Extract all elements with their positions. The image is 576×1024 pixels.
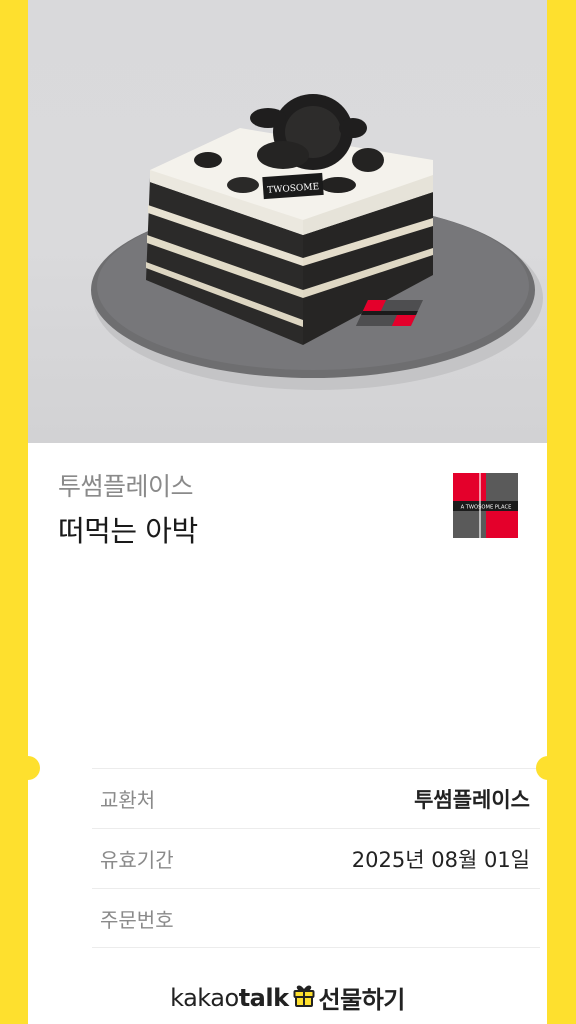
exchange-row: 교환처 투썸플레이스 <box>92 768 540 828</box>
order-number-label: 주문번호 <box>100 907 174 932</box>
exchange-value: 투썸플레이스 <box>414 787 530 812</box>
ticket-notch-left <box>16 756 40 780</box>
expiry-row: 유효기간 2025년 08월 01일 <box>92 828 540 888</box>
gift-card: TWOSOME 투썸플레이스 떠먹는 아박 A TWOSOME PLACE 교환… <box>28 0 547 1024</box>
brand-logo: A TWOSOME PLACE <box>453 473 518 538</box>
product-name: 떠먹는 아박 <box>58 514 198 548</box>
exchange-label: 교환처 <box>100 788 156 812</box>
order-number-row: 주문번호 <box>92 888 540 948</box>
kakaotalk-wordmark: kakaotalk <box>170 983 289 1012</box>
brand-name: 투썸플레이스 <box>58 472 194 501</box>
gift-box-icon <box>293 983 315 1013</box>
ticket-notch-right <box>536 756 560 780</box>
expiry-value: 2025년 08월 01일 <box>351 847 530 872</box>
voucher-details: 교환처 투썸플레이스 유효기간 2025년 08월 01일 주문번호 <box>92 768 540 948</box>
product-image: TWOSOME <box>28 0 547 443</box>
gift-label: 선물하기 <box>318 986 406 1014</box>
product-info: 투썸플레이스 떠먹는 아박 <box>58 470 198 550</box>
brand-logo-text: A TWOSOME PLACE <box>461 505 512 511</box>
kakaotalk-gift-footer: kakaotalk 선물하기 <box>28 980 547 1015</box>
expiry-label: 유효기간 <box>100 848 174 872</box>
